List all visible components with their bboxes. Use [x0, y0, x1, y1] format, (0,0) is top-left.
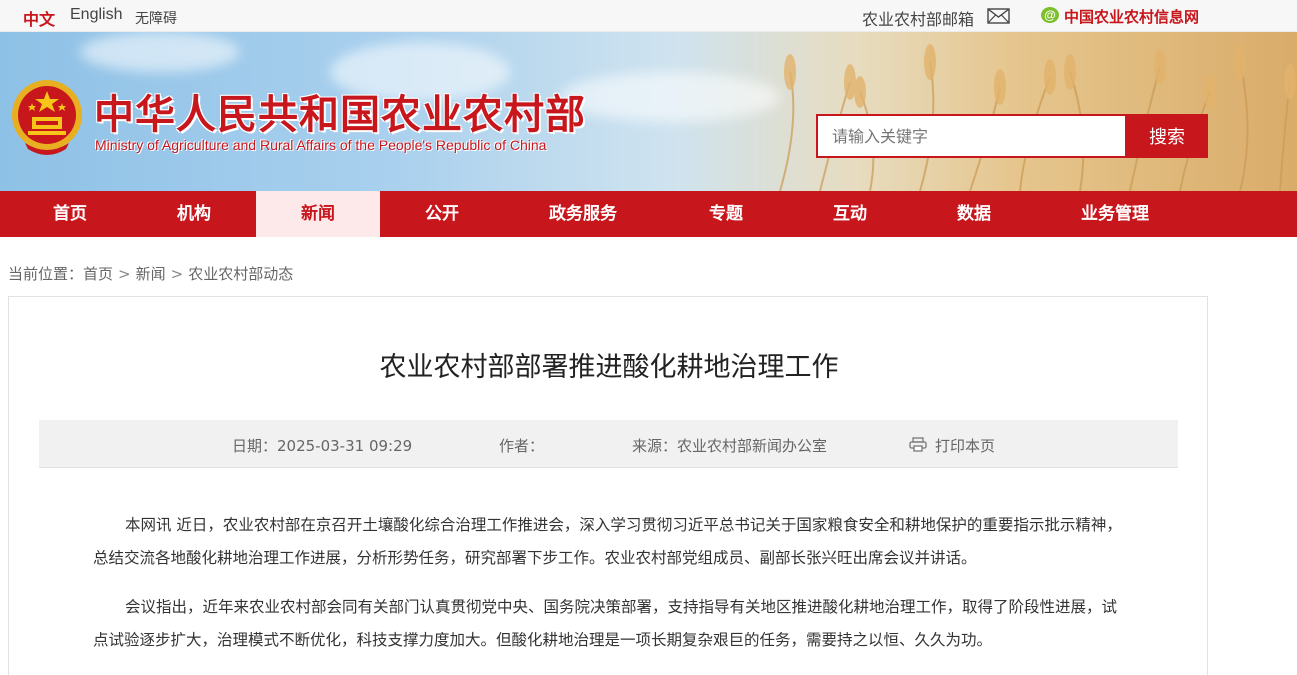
banner-cloud [560, 72, 780, 122]
article-paragraph: 本网讯 近日，农业农村部在京召开土壤酸化综合治理工作推进会，深入学习贯彻习近平总… [93, 516, 1122, 567]
ministry-title-en[interactable]: Ministry of Agriculture and Rural Affair… [95, 137, 546, 153]
breadcrumb-news-link[interactable]: 新闻 [136, 265, 166, 283]
article-paragraph: 会议指出，近年来农业农村部会同有关部门认真贯彻党中央、国务院决策部署，支持指导有… [93, 598, 1118, 649]
breadcrumb-separator: > [118, 265, 131, 283]
article-container: 农业农村部部署推进酸化耕地治理工作 日期：2025-03-31 09:29 作者… [8, 296, 1208, 675]
wheat-field-illustration [779, 44, 1296, 191]
article-author: 作者： [499, 437, 545, 455]
nav-item-data[interactable]: 数据 [912, 191, 1036, 237]
nav-item-topics[interactable]: 专题 [664, 191, 788, 237]
info-network-logo-icon[interactable]: @ [1040, 6, 1060, 24]
print-icon[interactable] [909, 437, 927, 452]
nav-item-interaction[interactable]: 互动 [788, 191, 912, 237]
header-banner: 中华人民共和国农业农村部 Ministry of Agriculture and… [0, 32, 1297, 191]
search-button[interactable]: 搜索 [1126, 114, 1208, 158]
nav-item-business-management[interactable]: 业务管理 [1050, 191, 1180, 237]
article-source: 来源：农业农村部新闻办公室 [632, 437, 828, 455]
article-title: 农业农村部部署推进酸化耕地治理工作 [379, 352, 839, 383]
svg-text:@: @ [1044, 8, 1056, 22]
info-network-link[interactable]: 中国农业农村信息网 [1064, 6, 1199, 27]
nav-item-news[interactable]: 新闻 [256, 191, 380, 237]
nav-item-home[interactable]: 首页 [8, 191, 132, 237]
breadcrumb-home-link[interactable]: 首页 [83, 265, 113, 283]
mailbox-link[interactable]: 农业农村部邮箱 [862, 6, 974, 30]
breadcrumb-ministry-news-link[interactable]: 农业农村部动态 [188, 265, 293, 283]
nav-item-public[interactable]: 公开 [380, 191, 504, 237]
breadcrumb-separator: > [170, 265, 184, 283]
accessibility-link[interactable]: 无障碍 [135, 8, 177, 28]
top-utility-bar: 中文 English 无障碍 农业农村部邮箱 @ 中国农业农村信息网 [0, 0, 1297, 32]
lang-chinese-link[interactable]: 中文 [23, 6, 55, 30]
breadcrumb-prefix: 当前位置： [8, 265, 84, 283]
national-emblem-icon[interactable] [10, 77, 84, 157]
nav-item-gov-services[interactable]: 政务服务 [520, 191, 646, 237]
mail-icon[interactable] [987, 8, 1010, 24]
search-input[interactable] [816, 114, 1127, 158]
article-meta-bar: 日期：2025-03-31 09:29 作者： 来源：农业农村部新闻办公室 打印… [39, 420, 1178, 468]
main-nav: 首页 机构 新闻 公开 政务服务 专题 互动 数据 业务管理 [0, 191, 1297, 237]
ministry-title-cn[interactable]: 中华人民共和国农业农村部 [94, 82, 586, 140]
print-page-link[interactable]: 打印本页 [935, 435, 995, 456]
lang-english-link[interactable]: English [70, 6, 122, 24]
banner-cloud [80, 32, 240, 72]
article-date: 日期：2025-03-31 09:29 [232, 437, 413, 455]
breadcrumb: 当前位置：首页 > 新闻 > 农业农村部动态 [8, 263, 293, 284]
nav-item-organization[interactable]: 机构 [132, 191, 256, 237]
